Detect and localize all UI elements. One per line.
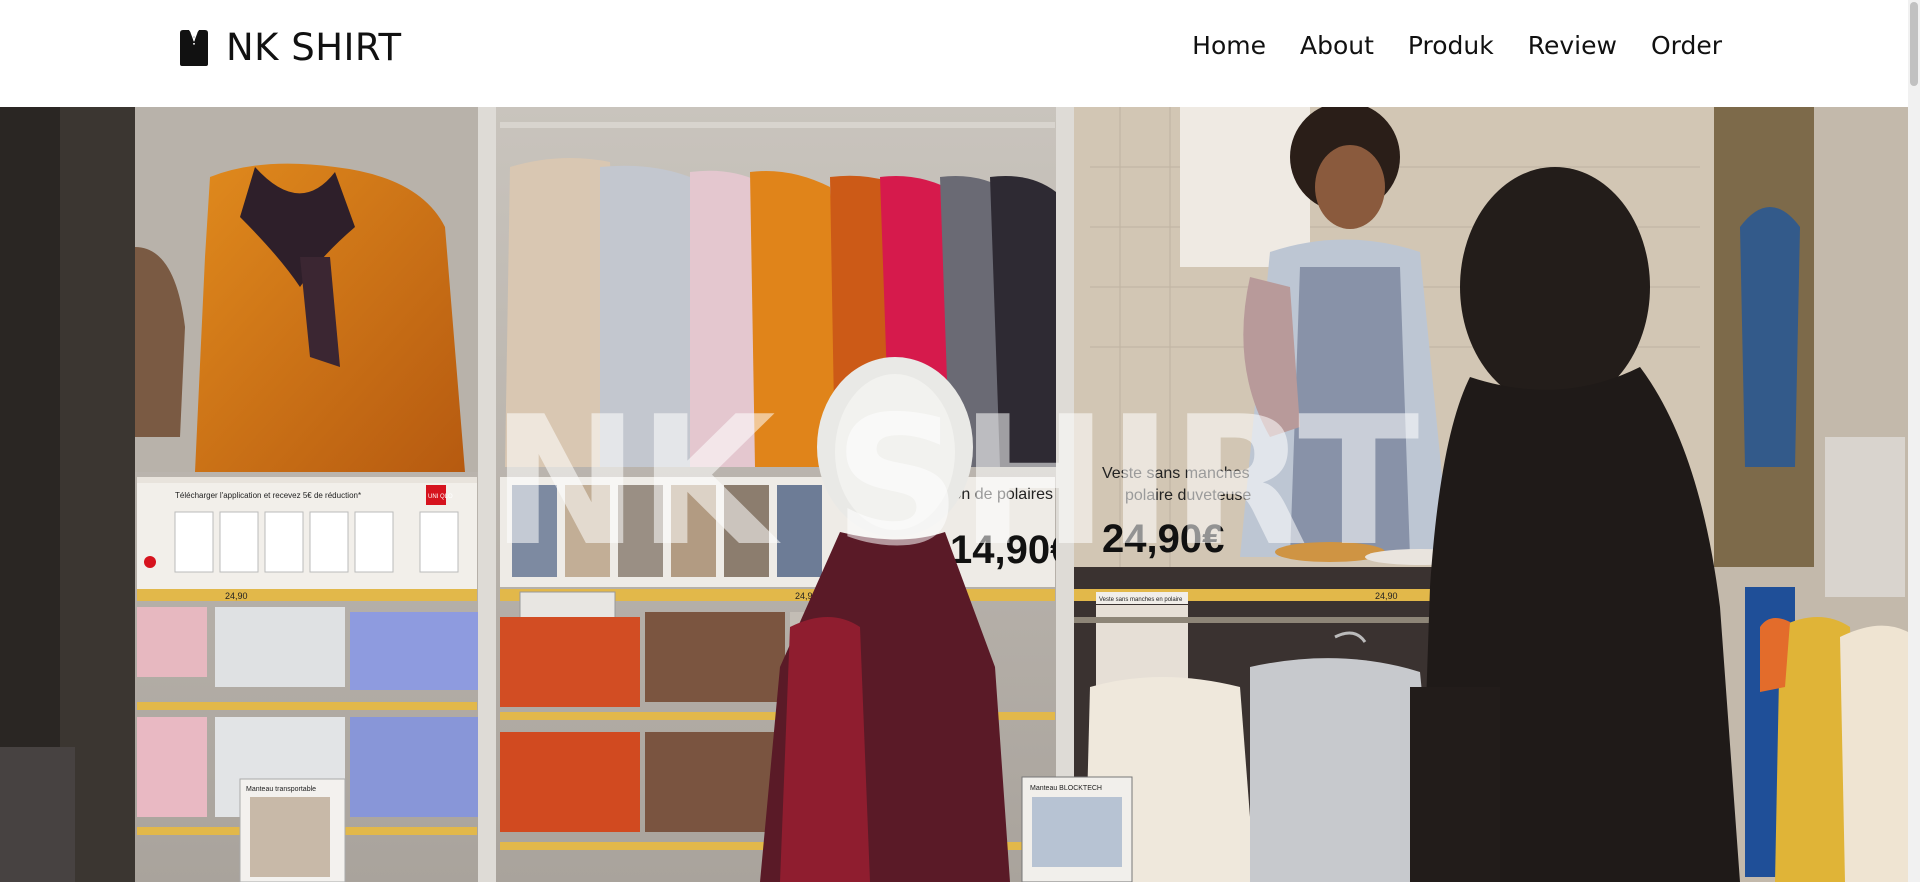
hero-section: Télécharger l'application et recevez 5€ … [0,107,1908,882]
page-scrollbar[interactable] [1908,0,1920,882]
nav-home[interactable]: Home [1192,28,1266,64]
shelf-label-right: Veste sans manches en polaire [1099,597,1183,603]
nav-about[interactable]: About [1300,28,1374,64]
brand-name: NK SHIRT [226,26,402,69]
nav-order[interactable]: Order [1651,28,1722,64]
sign-bottom-left: Manteau transportable [246,786,316,793]
shirt-icon [180,30,208,66]
brand-logo[interactable]: NK SHIRT [176,22,402,74]
nav-review[interactable]: Review [1528,28,1617,64]
nav-produk[interactable]: Produk [1408,28,1494,64]
hero-title: NK SHIRT [490,378,1420,585]
sign-bottom-mid: Manteau BLOCKTECH [1030,785,1102,792]
shelf-price-1: 24,90 [225,591,248,601]
page: NK SHIRT Home About Produk Review Order [0,0,1920,882]
shelf-price-3: 24,90 [1375,591,1398,601]
scrollbar-thumb[interactable] [1910,2,1918,86]
main-nav: Home About Produk Review Order [1192,28,1722,64]
site-header: NK SHIRT Home About Produk Review Order [0,0,1908,107]
